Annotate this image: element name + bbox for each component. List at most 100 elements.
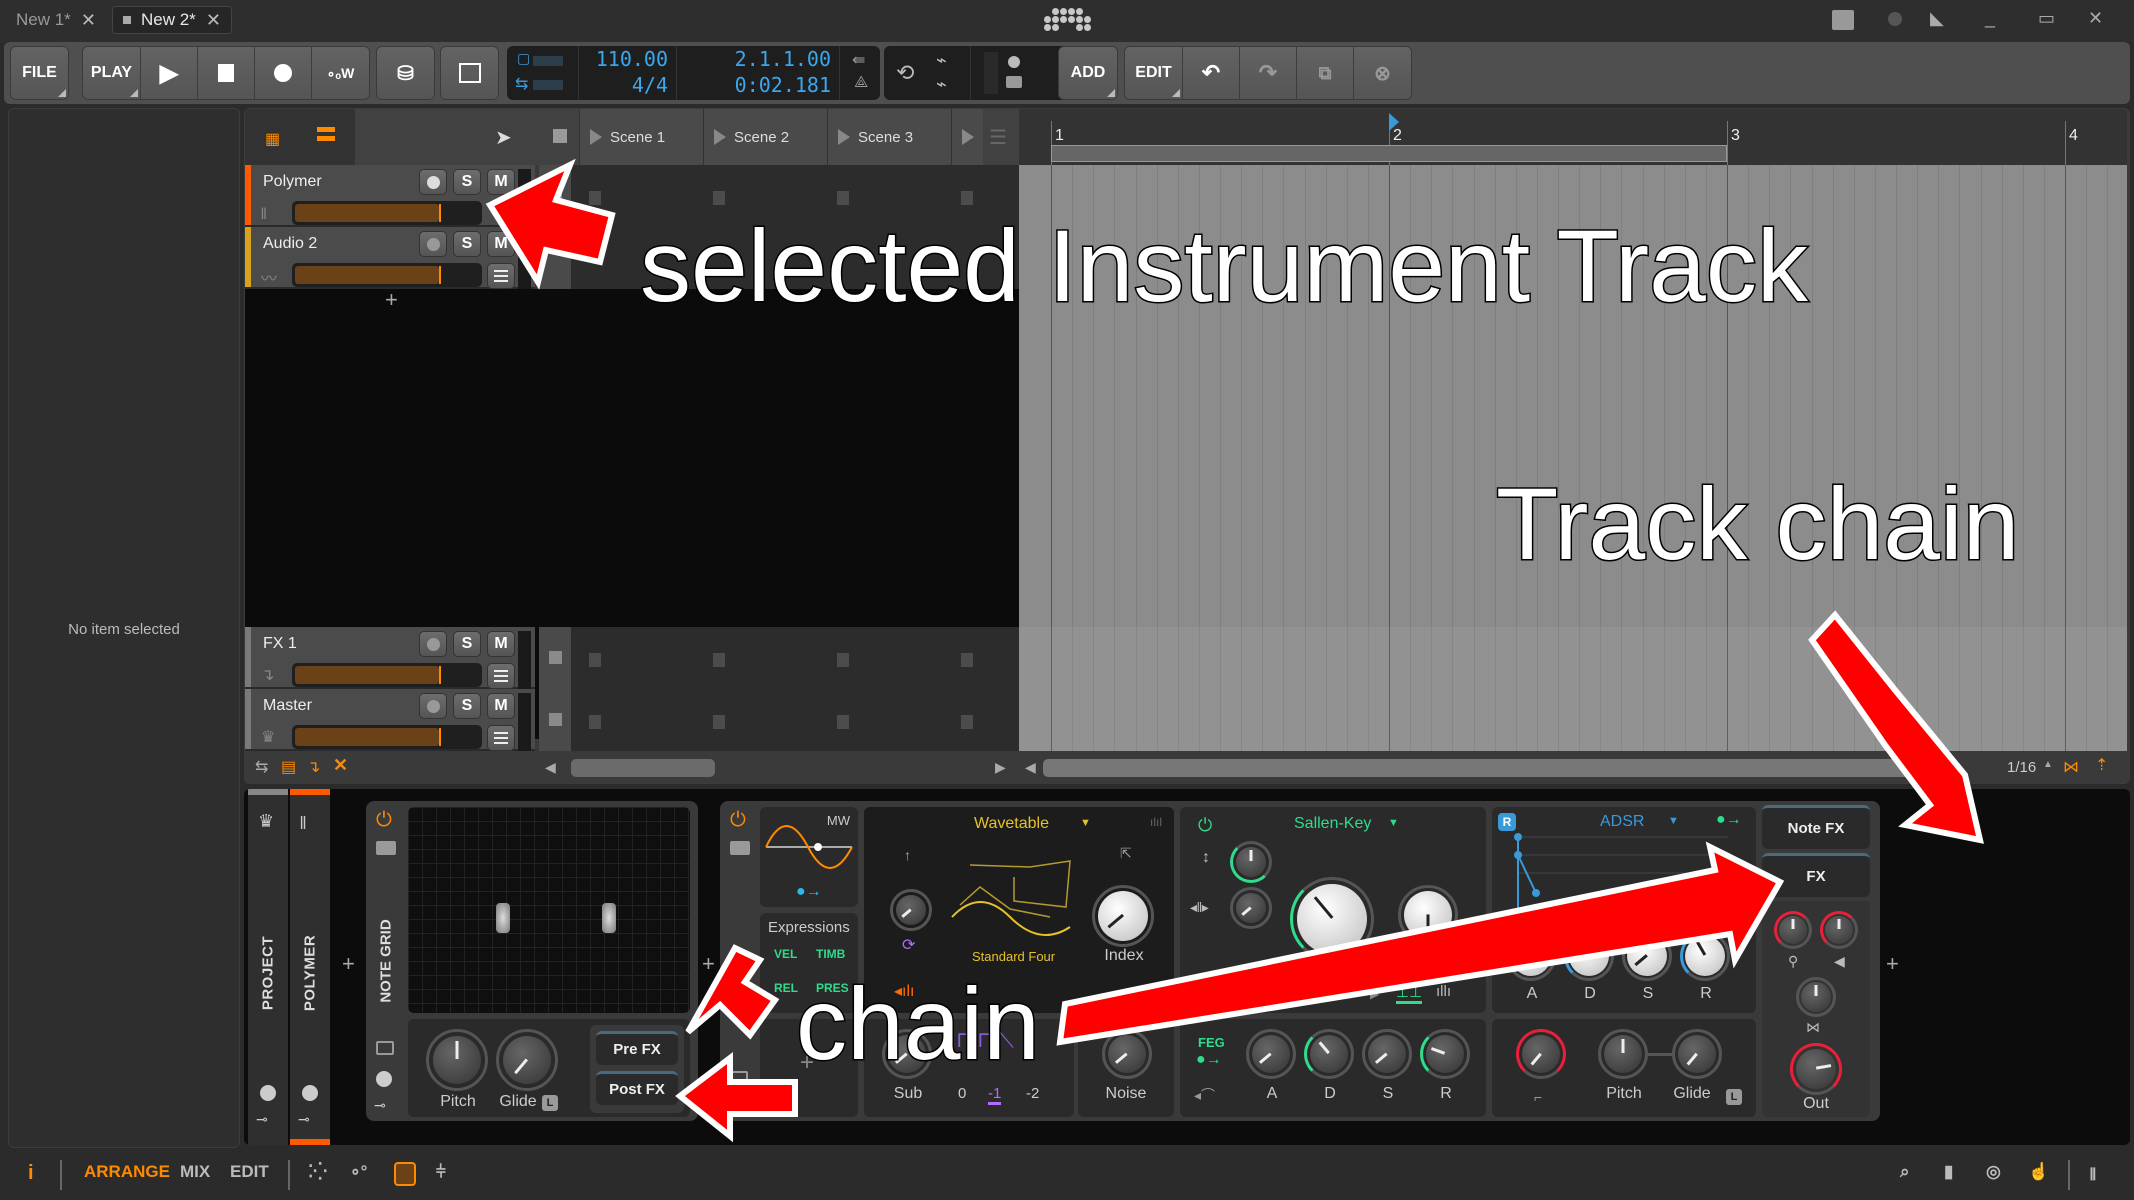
track-master[interactable]: Master S M ♛	[245, 689, 535, 751]
envelope-shape-icon[interactable]: ◂⌒	[1194, 1085, 1215, 1105]
folder-icon[interactable]	[1006, 76, 1022, 88]
mute-button[interactable]: M	[487, 169, 515, 195]
aeg-attack-knob[interactable]	[1506, 931, 1556, 981]
mute-button[interactable]: M	[487, 631, 515, 657]
remote-controls-icon[interactable]	[260, 1085, 276, 1101]
index-knob[interactable]	[1092, 885, 1154, 947]
search-icon[interactable]: ⌕	[1900, 1162, 1910, 1182]
fx-button[interactable]: FX	[1762, 853, 1870, 897]
clip-slot[interactable]	[961, 653, 973, 667]
volume-fader[interactable]	[292, 725, 482, 749]
tab-new-1[interactable]: New 1* ✕	[6, 6, 106, 34]
glide-time-knob[interactable]	[1672, 1029, 1722, 1079]
scroll-left-icon[interactable]: ◀	[1025, 759, 1036, 776]
keyboard-icon[interactable]	[1832, 10, 1854, 30]
close-icon[interactable]: ✕	[81, 10, 96, 31]
filter-cutoff-knob[interactable]	[1290, 877, 1374, 961]
expression-vel[interactable]: VEL	[774, 947, 797, 961]
modulator-icon[interactable]: ⊸	[374, 1097, 386, 1114]
feg-decay-knob[interactable]	[1304, 1029, 1354, 1079]
arranger-scrollbar[interactable]	[1043, 759, 1935, 777]
playhead-marker[interactable]	[1389, 113, 1399, 131]
modulator-icon[interactable]: ⊸	[298, 1111, 310, 1128]
grid-resolution[interactable]: 1/16	[2007, 759, 2036, 776]
aeg-decay-knob[interactable]	[1564, 931, 1614, 981]
chevron-down-icon[interactable]: ▼	[1388, 817, 1399, 829]
feg-release-knob[interactable]	[1420, 1029, 1470, 1079]
glide-mode-badge[interactable]: L	[542, 1095, 558, 1111]
scroll-left-icon[interactable]: ◀	[545, 759, 556, 776]
touch-icon[interactable]: ☝	[2028, 1162, 2049, 1182]
record-button[interactable]	[255, 47, 312, 99]
mute-button[interactable]: M	[487, 231, 515, 257]
punch-in-icon[interactable]: ⌁	[936, 50, 947, 71]
arranger-timeline[interactable]: 1 2 3 4	[1019, 109, 2127, 165]
volume-fader[interactable]	[292, 663, 482, 687]
track-polymer[interactable]: Polymer S M 𝍪	[245, 165, 535, 227]
chevron-down-icon[interactable]: ▼	[1668, 815, 1679, 827]
redo-button[interactable]: ↷	[1240, 47, 1297, 99]
filter-power-icon[interactable]: ⏻	[1198, 815, 1212, 836]
sub-octave-minus-1[interactable]: -1	[988, 1085, 1002, 1105]
info-icon[interactable]: i	[28, 1162, 34, 1185]
record-arm-button[interactable]	[419, 631, 447, 657]
clip-slot[interactable]	[589, 191, 601, 205]
scene-launch-icon[interactable]	[838, 129, 850, 145]
keyboard-icon[interactable]: 𝍪	[2090, 1162, 2096, 1191]
clip-slot[interactable]	[713, 191, 725, 205]
filter-mode-next-icon[interactable]: ▶	[1370, 987, 1379, 1001]
filter-mode-prev-icon[interactable]: ◀	[1292, 987, 1301, 1001]
file-button[interactable]: FILE	[11, 47, 68, 99]
pre-roll-icon[interactable]: ⇚	[852, 50, 865, 70]
envelope-type[interactable]: ADSR	[1600, 813, 1644, 831]
duplicate-button[interactable]: ⧉	[1297, 47, 1354, 99]
power-icon[interactable]: ⏻	[730, 809, 746, 832]
clip-slot[interactable]	[961, 715, 973, 729]
scene-3-header[interactable]: Scene 3	[827, 109, 951, 165]
filter-type[interactable]: Sallen-Key	[1294, 815, 1371, 833]
grid-view-icon[interactable]: ▤	[281, 757, 296, 777]
scroll-right-icon[interactable]: ▶	[995, 759, 1006, 776]
filter-resonance-knob[interactable]	[1398, 885, 1458, 945]
follow-playhead-icon[interactable]: ⇡	[2095, 755, 2108, 775]
tempo-display[interactable]: 110.00 4/4	[579, 46, 677, 100]
folder-icon[interactable]	[376, 841, 396, 855]
external-link-icon[interactable]: ⇱	[1120, 845, 1132, 862]
stop-clip-button[interactable]	[549, 713, 562, 726]
clip-slot[interactable]	[961, 191, 973, 205]
device-panel-toggle[interactable]	[394, 1162, 416, 1186]
stop-clip-button[interactable]	[549, 651, 562, 664]
edit-view-button[interactable]: EDIT	[230, 1162, 269, 1182]
volume-fader[interactable]	[292, 201, 482, 225]
volume-knob[interactable]	[1820, 911, 1858, 949]
scene-launch-icon[interactable]	[590, 129, 602, 145]
file-browser-icon[interactable]: ▮	[1944, 1162, 1953, 1182]
master-track-icon[interactable]: ✕	[333, 755, 348, 776]
play-menu-button[interactable]: PLAY	[83, 47, 141, 99]
pre-fx-button[interactable]: Pre FX	[596, 1031, 678, 1065]
pan-knob[interactable]	[1796, 977, 1836, 1017]
record-arm-button[interactable]	[419, 169, 447, 195]
add-device-icon[interactable]: +	[702, 951, 715, 977]
filter-slope-icon[interactable]: ⊥⊥	[1396, 983, 1423, 1004]
note-grid-canvas[interactable]	[408, 807, 690, 1013]
feg-modulation-icon[interactable]: ●→	[1196, 1051, 1222, 1069]
swap-icon[interactable]: ⇆	[255, 757, 268, 777]
loop-region[interactable]	[1051, 145, 1727, 162]
pitch-knob[interactable]	[426, 1029, 488, 1091]
tempo-value[interactable]: 110.00	[579, 46, 676, 72]
window-icon[interactable]	[376, 1041, 394, 1055]
aeg-modulation-icon[interactable]: ●→	[1716, 811, 1742, 829]
delete-button[interactable]: ⊗	[1354, 47, 1411, 99]
track-menu-button[interactable]	[487, 663, 515, 689]
wavetable-display[interactable]	[950, 857, 1090, 943]
arranger-toggle-icon[interactable]	[317, 127, 335, 141]
close-window-icon[interactable]: ✕	[2088, 8, 2103, 29]
undo-button[interactable]: ↶	[1183, 47, 1240, 99]
edit-button[interactable]: EDIT	[1125, 47, 1183, 99]
power-icon[interactable]: ⏻	[376, 809, 392, 832]
chevron-down-icon[interactable]: ▼	[1080, 817, 1091, 829]
envelope-graph[interactable]	[1508, 833, 1738, 913]
record-dot-icon[interactable]	[1888, 12, 1902, 26]
loop-icon[interactable]: ⟲	[896, 60, 914, 86]
